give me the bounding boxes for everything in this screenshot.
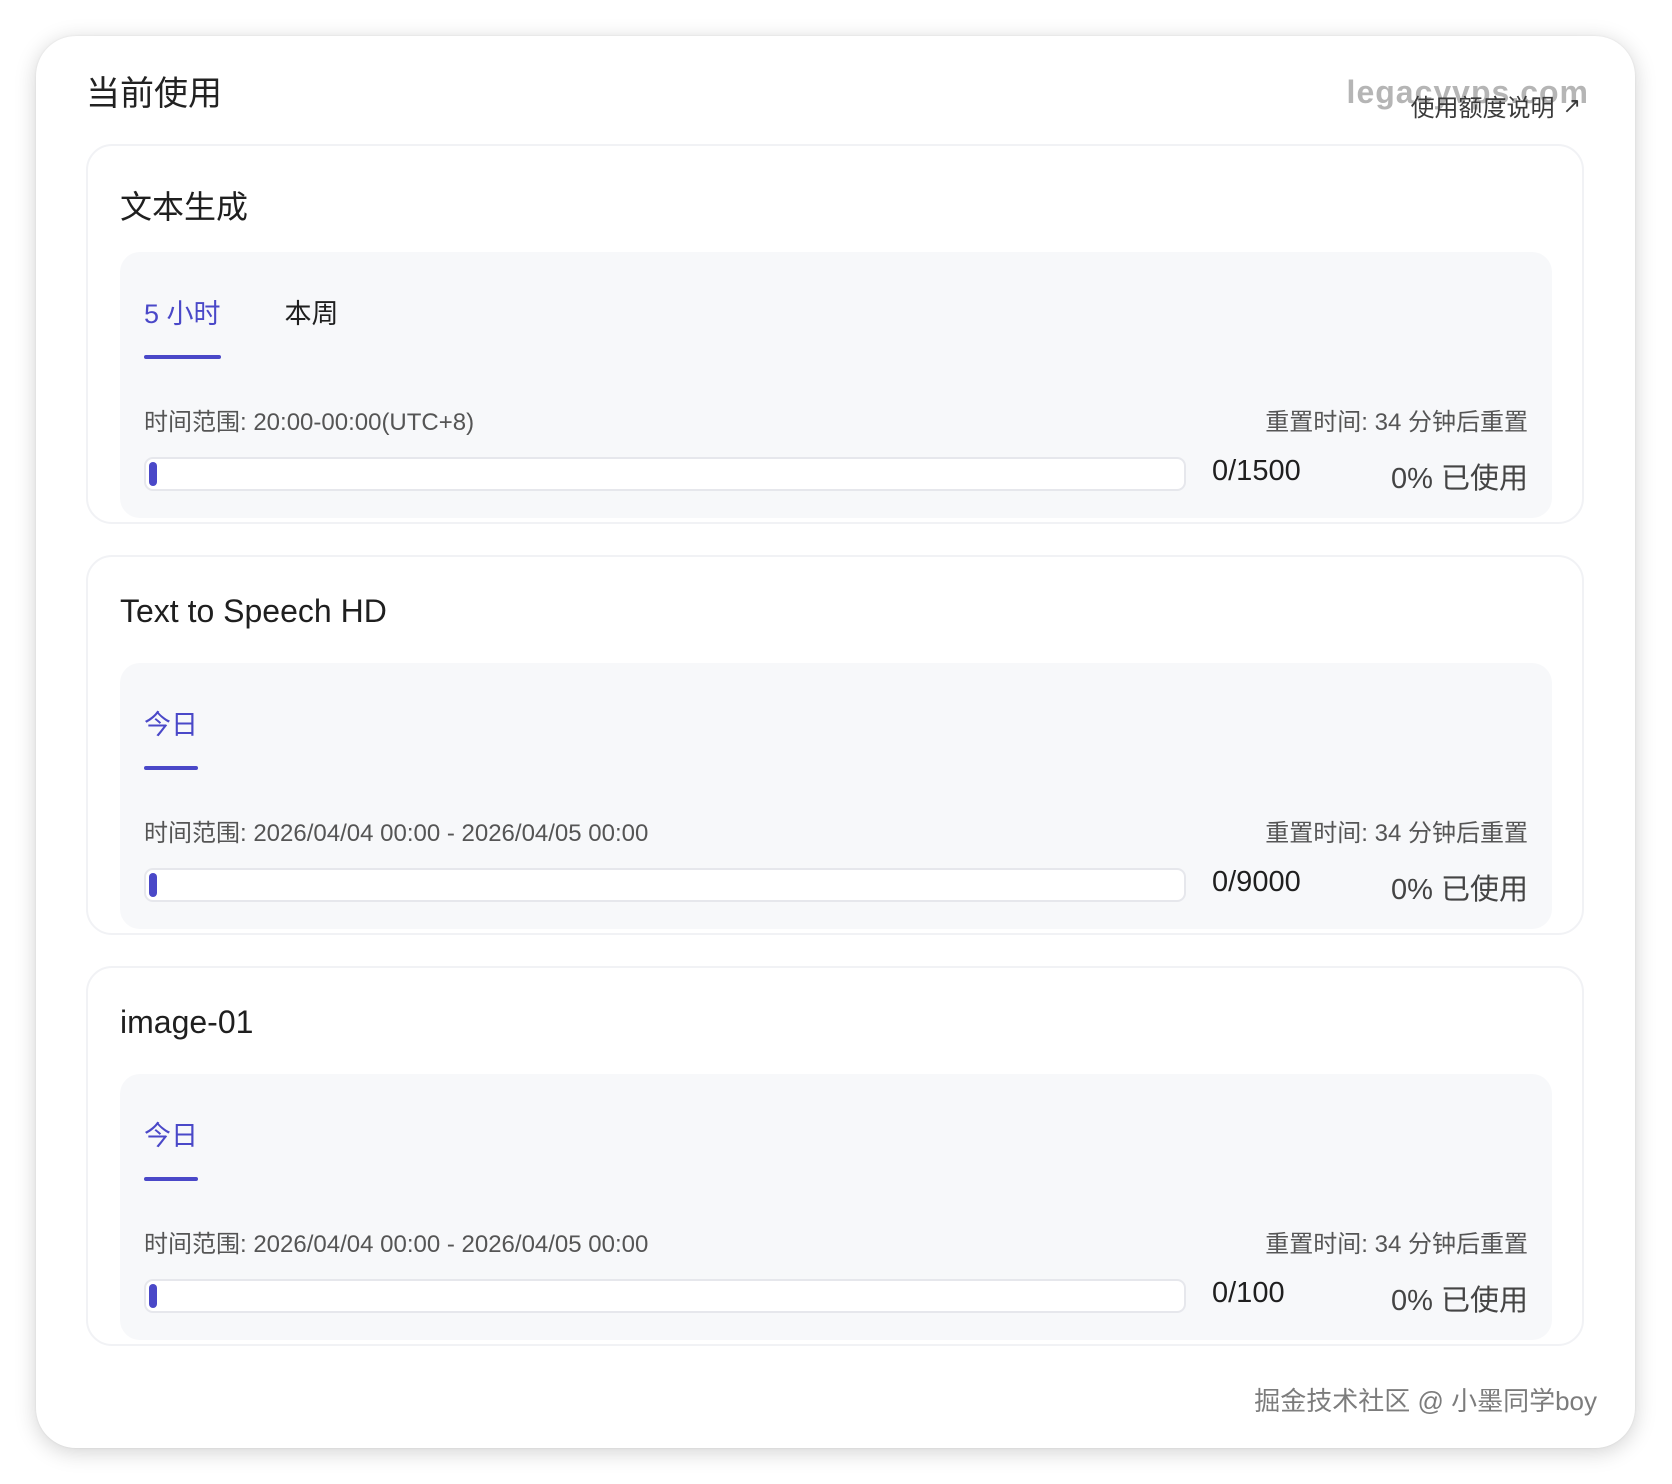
usage-window: 当前使用 legacyvps.com 使用额度说明 ↗ 文本生成 5 小时 本周… xyxy=(36,36,1635,1448)
usage-count: 0/9000 xyxy=(1212,866,1301,898)
time-range: 时间范围: 2026/04/04 00:00 - 2026/04/05 00:0… xyxy=(144,820,649,847)
card-title: image-01 xyxy=(120,1004,254,1040)
usage-count: 0/1500 xyxy=(1212,455,1301,487)
time-range: 时间范围: 2026/04/04 00:00 - 2026/04/05 00:0… xyxy=(144,1231,649,1258)
page-title: 当前使用 xyxy=(86,75,222,113)
footer-watermark: 掘金技术社区 @ 小墨同学boy xyxy=(1254,1386,1597,1416)
usage-panel: 今日 时间范围: 2026/04/04 00:00 - 2026/04/05 0… xyxy=(120,663,1552,929)
reset-time: 重置时间: 34 分钟后重置 xyxy=(1265,820,1528,847)
usage-panel: 今日 时间范围: 2026/04/04 00:00 - 2026/04/05 0… xyxy=(120,1074,1552,1340)
external-arrow-icon: ↗ xyxy=(1562,92,1581,118)
quota-info-link[interactable]: 使用额度说明 ↗ xyxy=(1411,88,1581,123)
time-range: 时间范围: 20:00-00:00(UTC+8) xyxy=(144,409,475,436)
usage-percent: 0% 已使用 xyxy=(1391,1285,1528,1317)
usage-percent: 0% 已使用 xyxy=(1391,874,1528,906)
usage-card-image-01: image-01 今日 时间范围: 2026/04/04 00:00 - 202… xyxy=(86,966,1584,1346)
usage-progress-bar xyxy=(144,457,1186,491)
usage-progress-fill xyxy=(149,462,157,486)
quota-info-link-label: 使用额度说明 xyxy=(1410,95,1555,122)
card-title: 文本生成 xyxy=(120,189,249,225)
usage-count: 0/100 xyxy=(1212,1277,1285,1309)
header: 当前使用 legacyvps.com 使用额度说明 ↗ xyxy=(36,36,1635,156)
usage-progress-fill xyxy=(149,1284,157,1308)
card-title: Text to Speech HD xyxy=(120,593,387,629)
period-tabs: 今日 xyxy=(144,1114,198,1181)
usage-percent: 0% 已使用 xyxy=(1391,463,1528,495)
usage-panel: 5 小时 本周 时间范围: 20:00-00:00(UTC+8) 重置时间: 3… xyxy=(120,252,1552,518)
tab-this-week[interactable]: 本周 xyxy=(285,292,339,359)
period-tabs: 今日 xyxy=(144,703,198,770)
usage-progress-bar xyxy=(144,1279,1186,1313)
tab-5-hours[interactable]: 5 小时 xyxy=(144,292,221,359)
period-tabs: 5 小时 本周 xyxy=(144,292,339,359)
usage-progress-fill xyxy=(149,873,157,897)
usage-progress-bar xyxy=(144,868,1186,902)
usage-card-tts-hd: Text to Speech HD 今日 时间范围: 2026/04/04 00… xyxy=(86,555,1584,935)
reset-time: 重置时间: 34 分钟后重置 xyxy=(1265,1231,1528,1258)
reset-time: 重置时间: 34 分钟后重置 xyxy=(1265,409,1528,436)
usage-card-text-generation: 文本生成 5 小时 本周 时间范围: 20:00-00:00(UTC+8) 重置… xyxy=(86,144,1584,524)
tab-today[interactable]: 今日 xyxy=(144,703,198,770)
tab-today[interactable]: 今日 xyxy=(144,1114,198,1181)
